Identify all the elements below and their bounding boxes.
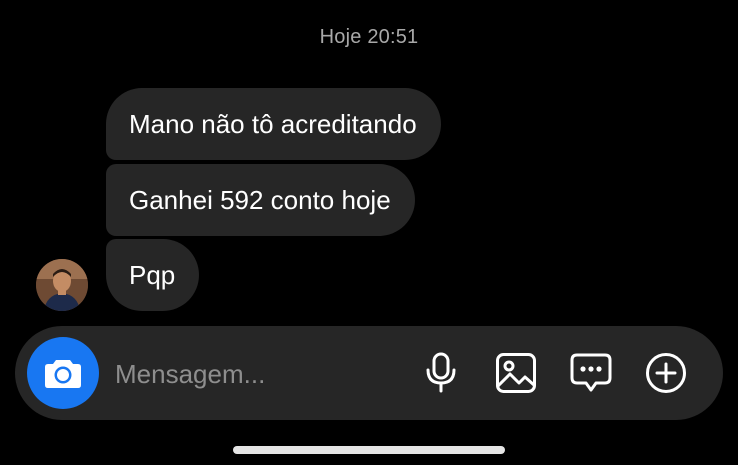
gallery-button[interactable] <box>493 350 539 396</box>
more-options-button[interactable] <box>643 350 689 396</box>
message-input[interactable] <box>115 354 405 394</box>
message-timestamp: Hoje 20:51 <box>319 26 419 48</box>
camera-icon <box>45 360 81 388</box>
message-bubble[interactable]: Mano não tô acreditando <box>106 88 441 160</box>
message-bubble[interactable]: Pqp <box>106 239 200 311</box>
camera-button[interactable] <box>27 337 99 409</box>
sticker-button[interactable] <box>568 350 614 396</box>
sender-avatar[interactable] <box>36 259 88 311</box>
plus-icon <box>646 353 686 393</box>
microphone-icon <box>426 352 456 393</box>
home-indicator[interactable] <box>233 446 505 454</box>
message-composer <box>15 326 723 420</box>
avatar-photo <box>36 259 88 311</box>
chat-screen: Hoje 20:51 Mano não tô acreditando Ganhe… <box>0 0 738 465</box>
gallery-icon <box>496 353 536 393</box>
message-bubble[interactable]: Ganhei 592 conto hoje <box>106 164 415 236</box>
sticker-icon <box>570 353 612 392</box>
voice-message-button[interactable] <box>418 350 464 396</box>
